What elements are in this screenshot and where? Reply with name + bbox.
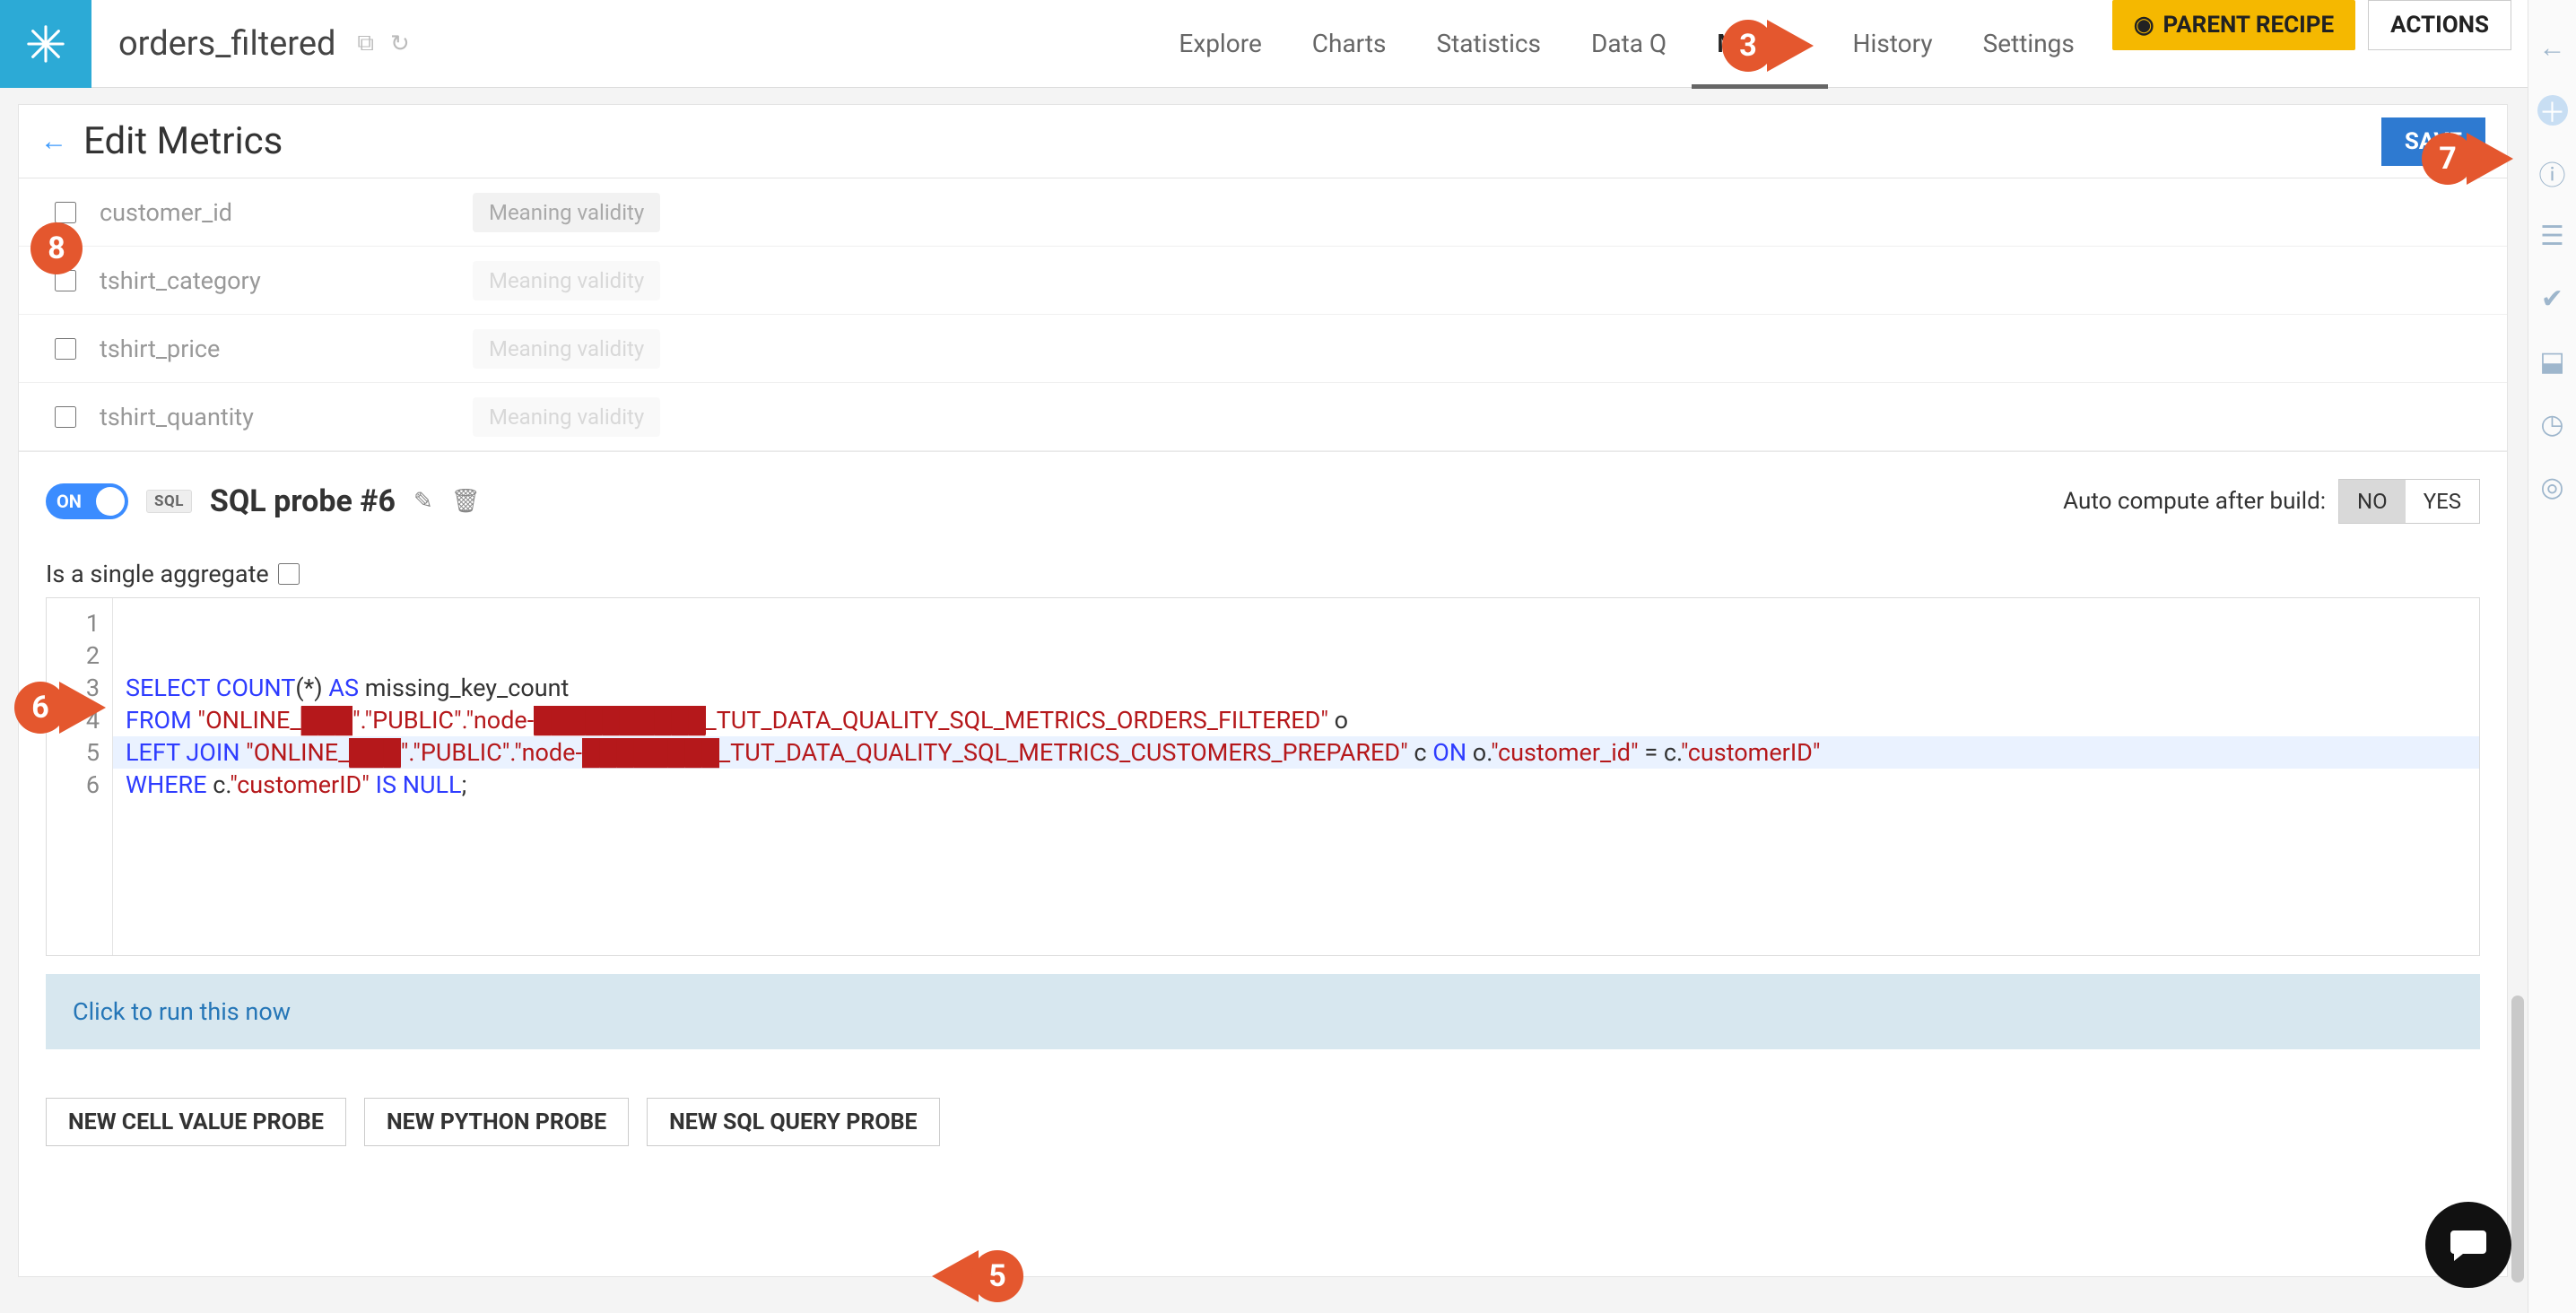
app-logo[interactable] [0,0,91,88]
chat-bubble-icon [2447,1223,2490,1266]
meaning-validity-badge: Meaning validity [473,193,660,232]
actions-button[interactable]: ACTIONS [2368,0,2511,50]
clock-icon[interactable]: ◷ [2537,409,2568,439]
clipboard-icon[interactable]: ⬓ [2537,346,2568,377]
annotation-number: 5 [971,1250,1023,1302]
copy-icon[interactable]: ⧉ [357,30,374,57]
nav-statistics[interactable]: Statistics [1411,0,1566,88]
back-icon[interactable]: ← [40,126,67,157]
line-gutter: 1 2 3 4 5 6 [47,598,113,955]
annotation-callout-7: 7 [2422,133,2513,185]
probe-name: SQL probe #6 [210,483,396,519]
new-python-probe-button[interactable]: NEW PYTHON PROBE [364,1098,629,1146]
annotation-callout-8: 8 [30,222,83,274]
new-cell-value-probe-button[interactable]: NEW CELL VALUE PROBE [46,1098,346,1146]
edit-icon[interactable]: ✎ [413,488,433,515]
columns-list: customer_id Meaning validity tshirt_cate… [19,178,2507,452]
probe-enabled-toggle[interactable]: ON [46,483,128,519]
line-number: 2 [47,639,100,672]
column-checkbox[interactable] [55,202,76,223]
column-checkbox[interactable] [55,406,76,428]
column-checkbox[interactable] [55,338,76,360]
column-row[interactable]: customer_id Meaning validity [19,178,2507,247]
meaning-validity-badge: Meaning validity [473,261,660,300]
column-name: customer_id [100,198,473,227]
check-circle-icon[interactable]: ✔ [2537,283,2568,314]
snowflake-icon [25,23,66,65]
info-icon[interactable]: ⓘ [2537,158,2568,188]
column-name: tshirt_price [100,335,473,363]
delete-icon[interactable]: 🗑 [451,488,481,515]
auto-compute-segmented: NO YES [2338,479,2480,524]
single-aggregate-checkbox[interactable] [278,563,300,585]
sql-probe-section: ON SQL SQL probe #6 ✎ 🗑 Auto compute aft… [19,452,2507,1276]
annotation-number: 8 [30,222,83,274]
collapse-rail-icon[interactable]: ← [2537,32,2568,63]
meaning-validity-badge: Meaning validity [473,329,660,369]
column-row[interactable]: tshirt_price Meaning validity [19,315,2507,383]
line-number: 5 [47,736,100,769]
parent-recipe-button[interactable]: ◉PARENT RECIPE [2112,0,2355,50]
refresh-icon[interactable]: ↻ [390,30,410,57]
metrics-page: ← Edit Metrics SAVE customer_id Meaning … [18,104,2508,1277]
auto-compute-yes[interactable]: YES [2406,480,2479,523]
sql-editor[interactable]: 1 2 3 4 5 6 SELECT COUNT(*) AS missing_k… [46,597,2480,956]
annotation-callout-6: 6 [14,682,106,734]
list-icon[interactable]: ☰ [2537,221,2568,251]
chat-launcher[interactable] [2425,1202,2511,1288]
line-number: 6 [47,769,100,801]
nav-settings[interactable]: Settings [1958,0,2100,88]
annotation-callout-3: 3 [1722,20,1814,72]
meaning-validity-badge: Meaning validity [473,397,660,437]
auto-compute-label: Auto compute after build: [2063,488,2326,515]
auto-compute-no[interactable]: NO [2339,480,2406,523]
dataset-name: orders_filtered [118,24,335,64]
code-area[interactable]: SELECT COUNT(*) AS missing_key_count FRO… [113,598,2479,955]
line-number: 1 [47,607,100,639]
top-bar: orders_filtered ⧉ ↻ Explore Charts Stati… [0,0,2528,88]
run-now-link[interactable]: Click to run this now [46,974,2480,1049]
page-title: Edit Metrics [83,119,283,163]
annotation-callout-5: 5 [932,1250,1023,1302]
scrollbar-thumb[interactable] [2511,996,2524,1283]
search-data-icon[interactable]: ◎ [2537,472,2568,502]
toggle-label: ON [57,491,82,512]
add-icon[interactable]: ＋ [2537,95,2568,126]
parent-recipe-label: PARENT RECIPE [2163,12,2335,39]
single-aggregate-label: Is a single aggregate [46,560,269,588]
column-name: tshirt_quantity [100,403,473,431]
nav-charts[interactable]: Charts [1287,0,1412,88]
new-sql-query-probe-button[interactable]: NEW SQL QUERY PROBE [647,1098,939,1146]
column-row[interactable]: tshirt_quantity Meaning validity [19,383,2507,451]
nav-data-quality[interactable]: Data Q [1566,0,1692,88]
column-row[interactable]: tshirt_category Meaning validity [19,247,2507,315]
nav-explore[interactable]: Explore [1153,0,1286,88]
nav-history[interactable]: History [1828,0,1958,88]
sql-tag-badge: SQL [146,490,192,513]
column-name: tshirt_category [100,266,473,295]
right-rail: ← ＋ ⓘ ☰ ✔ ⬓ ◷ ◎ [2528,0,2576,1313]
